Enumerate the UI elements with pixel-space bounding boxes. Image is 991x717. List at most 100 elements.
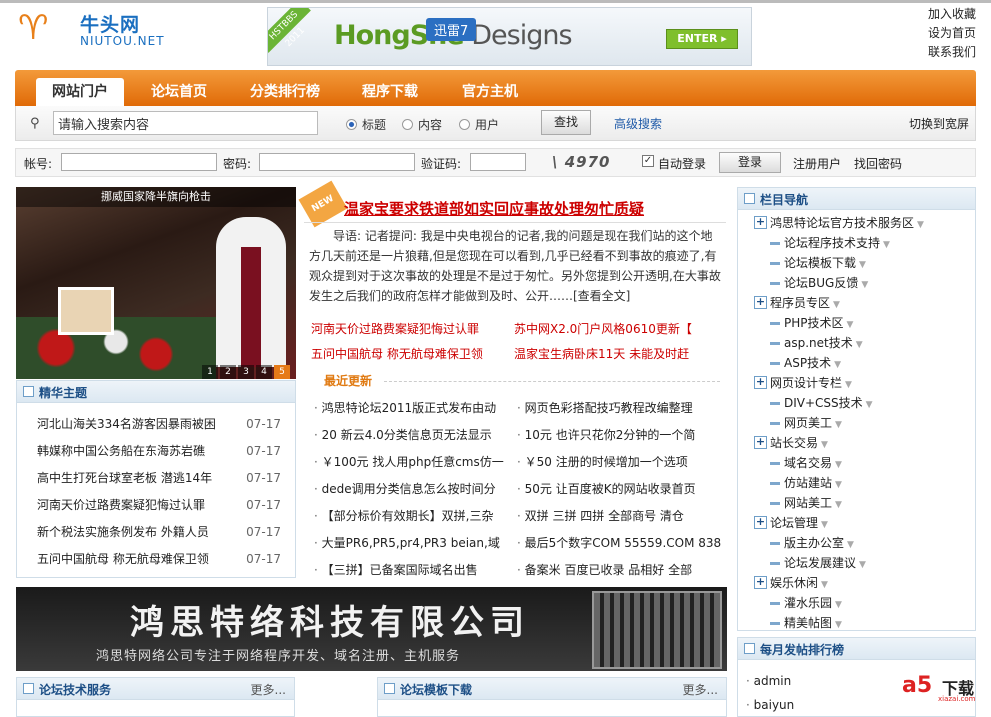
chevron-down-icon[interactable]: ▼ — [866, 400, 873, 410]
list-item-title[interactable]: 河北山海关334名游客因暴雨被困 — [37, 417, 216, 431]
slide-page-5[interactable]: 5 — [274, 365, 290, 379]
slide-page-1[interactable]: 1 — [202, 365, 218, 379]
forgot-password-link[interactable]: 找回密码 — [854, 155, 902, 172]
tech-service-more-link[interactable]: 更多... — [251, 681, 286, 698]
recent-item[interactable]: 10元 也许只花你2分钟的一个简 — [517, 422, 722, 449]
sidebar-item-label[interactable]: 版主办公室 — [784, 536, 844, 550]
list-item[interactable]: 高中生打死台球室老板 潜逃14年 07-17 — [37, 465, 281, 492]
account-field[interactable] — [61, 153, 217, 171]
list-item[interactable]: 河南天价过路费案疑犯悔过认罪 07-17 — [37, 492, 281, 519]
chevron-down-icon[interactable]: ▼ — [821, 580, 828, 590]
add-favorite-link[interactable]: 加入收藏 — [928, 5, 976, 24]
register-link[interactable]: 注册用户 — [793, 155, 841, 172]
search-input[interactable] — [53, 111, 318, 135]
chevron-down-icon[interactable]: ▼ — [861, 280, 868, 290]
sidebar-item-label[interactable]: DIV+CSS技术 — [784, 396, 863, 410]
sidebar-category[interactable]: 程序员专区▼ — [752, 293, 972, 313]
widescreen-toggle[interactable]: 切换到宽屏 — [909, 115, 969, 132]
list-item-title[interactable]: 河南天价过路费案疑犯悔过认罪 — [37, 498, 205, 512]
recent-item[interactable]: 50元 让百度被K的网站收录首页 — [517, 476, 722, 503]
recent-item[interactable]: 网页色彩搭配技巧教程改编整理 — [517, 395, 722, 422]
recent-item[interactable]: 鸿思特论坛2011版正式发布由动 — [314, 395, 509, 422]
recent-item[interactable]: dede调用分类信息怎么按时间分 — [314, 476, 509, 503]
banner-enter-button[interactable]: ENTER ▸ — [666, 29, 738, 49]
chevron-down-icon[interactable]: ▼ — [835, 600, 842, 610]
recent-item[interactable]: 大量PR6,PR5,pr4,PR3 beian,域 — [314, 530, 509, 557]
list-item[interactable]: 五问中国航母 称无航母难保卫领 07-17 — [37, 546, 281, 573]
sidebar-item[interactable]: 论坛模板下载 ▼ — [752, 253, 972, 273]
sidebar-item[interactable]: 论坛发展建议 ▼ — [752, 553, 972, 573]
sidebar-item-label[interactable]: 论坛BUG反馈 — [784, 276, 858, 290]
sidebar-item[interactable]: 版主办公室 ▼ — [752, 533, 972, 553]
advanced-search-link[interactable]: 高级搜索 — [614, 115, 662, 132]
tab-portal[interactable]: 网站门户 — [36, 78, 124, 106]
sidebar-item-label[interactable]: 论坛程序技术支持 — [784, 236, 880, 250]
recent-item[interactable]: ￥50 注册的时候增加一个选项 — [517, 449, 722, 476]
sidebar-category[interactable]: 网页设计专栏▼ — [752, 373, 972, 393]
sidebar-item[interactable]: 网站美工 ▼ — [752, 493, 972, 513]
chevron-down-icon[interactable]: ▼ — [835, 420, 842, 430]
sidebar-item[interactable]: ASP技术 ▼ — [752, 353, 972, 373]
sidebar-item-label[interactable]: 灌水乐园 — [784, 596, 832, 610]
slide-page-3[interactable]: 3 — [238, 365, 254, 379]
sidebar-item-label[interactable]: 仿站建站 — [784, 476, 832, 490]
sidebar-item[interactable]: DIV+CSS技术 ▼ — [752, 393, 972, 413]
tab-forum-home[interactable]: 论坛首页 — [133, 78, 225, 106]
list-item[interactable]: 韩媒称中国公务船在东海苏岩礁 07-17 — [37, 438, 281, 465]
sidebar-item[interactable]: PHP技术区 ▼ — [752, 313, 972, 333]
list-item[interactable]: 新个税法实施条例发布 外籍人员 07-17 — [37, 519, 281, 546]
chevron-down-icon[interactable]: ▼ — [883, 240, 890, 250]
list-item[interactable]: 河北山海关334名游客因暴雨被困 07-17 — [37, 411, 281, 438]
company-ad-banner[interactable]: 鸿思特络科技有限公司 鸿思特网络公司专注于网络程序开发、域名注册、主机服务 — [16, 587, 727, 671]
auto-login-checkbox[interactable]: ✓ — [642, 155, 654, 167]
chevron-down-icon[interactable]: ▼ — [835, 500, 842, 510]
chevron-down-icon[interactable]: ▼ — [917, 220, 924, 230]
recent-item[interactable]: 【部分标价有效期长】双拼,三杂 — [314, 503, 509, 530]
sidebar-item-label[interactable]: 站长交易 — [770, 436, 818, 450]
sidebar-item[interactable]: 域名交易 ▼ — [752, 453, 972, 473]
sidebar-item-label[interactable]: 精美帖图 — [784, 616, 832, 630]
site-logo[interactable]: ♈ 牛头网 NIUTOU.NET — [18, 8, 168, 54]
sidebar-category[interactable]: 论坛管理▼ — [752, 513, 972, 533]
sidebar-item-label[interactable]: 网页美工 — [784, 416, 832, 430]
headline-title[interactable]: 温家宝要求铁道部如实回应事故处理匆忙质疑 — [344, 198, 644, 219]
photo-slideshow[interactable]: 挪威国家降半旗向枪击 12345 — [16, 187, 296, 379]
set-homepage-link[interactable]: 设为首页 — [928, 24, 976, 43]
sidebar-item[interactable]: 精美帖图 ▼ — [752, 613, 972, 633]
chevron-down-icon[interactable]: ▼ — [834, 360, 841, 370]
sidebar-item-label[interactable]: ASP技术 — [784, 356, 831, 370]
chevron-down-icon[interactable]: ▼ — [833, 300, 840, 310]
recent-item[interactable]: 20 新云4.0分类信息页无法显示 — [314, 422, 509, 449]
chevron-down-icon[interactable]: ▼ — [835, 460, 842, 470]
chevron-down-icon[interactable]: ▼ — [835, 620, 842, 630]
sidebar-category[interactable]: 站长交易▼ — [752, 433, 972, 453]
sidebar-item-label[interactable]: asp.net技术 — [784, 336, 853, 350]
sidebar-item-label[interactable]: 网页设计专栏 — [770, 376, 842, 390]
list-item-title[interactable]: 五问中国航母 称无航母难保卫领 — [37, 552, 209, 566]
chevron-down-icon[interactable]: ▼ — [835, 480, 842, 490]
sidebar-item-label[interactable]: 娱乐休闲 — [770, 576, 818, 590]
recent-item[interactable]: ￥100元 找人用php任意cms仿一 — [314, 449, 509, 476]
chevron-down-icon[interactable]: ▼ — [859, 560, 866, 570]
list-item-title[interactable]: 高中生打死台球室老板 潜逃14年 — [37, 471, 212, 485]
sidebar-category[interactable]: 鸿思特论坛官方技术服务区▼ — [752, 213, 972, 233]
search-button[interactable]: 查找 — [541, 110, 591, 135]
chevron-down-icon[interactable]: ▼ — [847, 540, 854, 550]
top-banner-ad[interactable]: HSTBBS 2011 HongShe Designs 迅雷7 ENTER ▸ — [267, 7, 752, 66]
chevron-down-icon[interactable]: ▼ — [859, 260, 866, 270]
red-link[interactable]: 温家宝生病卧床11天 未能及时赶 — [514, 345, 689, 362]
contact-us-link[interactable]: 联系我们 — [928, 43, 976, 62]
chevron-down-icon[interactable]: ▼ — [821, 440, 828, 450]
password-field[interactable] — [259, 153, 415, 171]
slideshow-caption[interactable]: 挪威国家降半旗向枪击 — [16, 187, 296, 207]
chevron-down-icon[interactable]: ▼ — [845, 380, 852, 390]
sidebar-item-label[interactable]: 论坛模板下载 — [784, 256, 856, 270]
sidebar-item-label[interactable]: PHP技术区 — [784, 316, 844, 330]
tab-program-download[interactable]: 程序下载 — [345, 78, 435, 106]
captcha-image[interactable]: \ 4970 — [552, 153, 634, 173]
sidebar-item-label[interactable]: 论坛发展建议 — [784, 556, 856, 570]
sidebar-item[interactable]: 论坛BUG反馈 ▼ — [752, 273, 972, 293]
recent-item[interactable]: 【三拼】已备案国际域名出售 — [314, 557, 509, 584]
search-option-user[interactable]: 用户 — [459, 116, 499, 133]
chevron-down-icon[interactable]: ▼ — [847, 320, 854, 330]
